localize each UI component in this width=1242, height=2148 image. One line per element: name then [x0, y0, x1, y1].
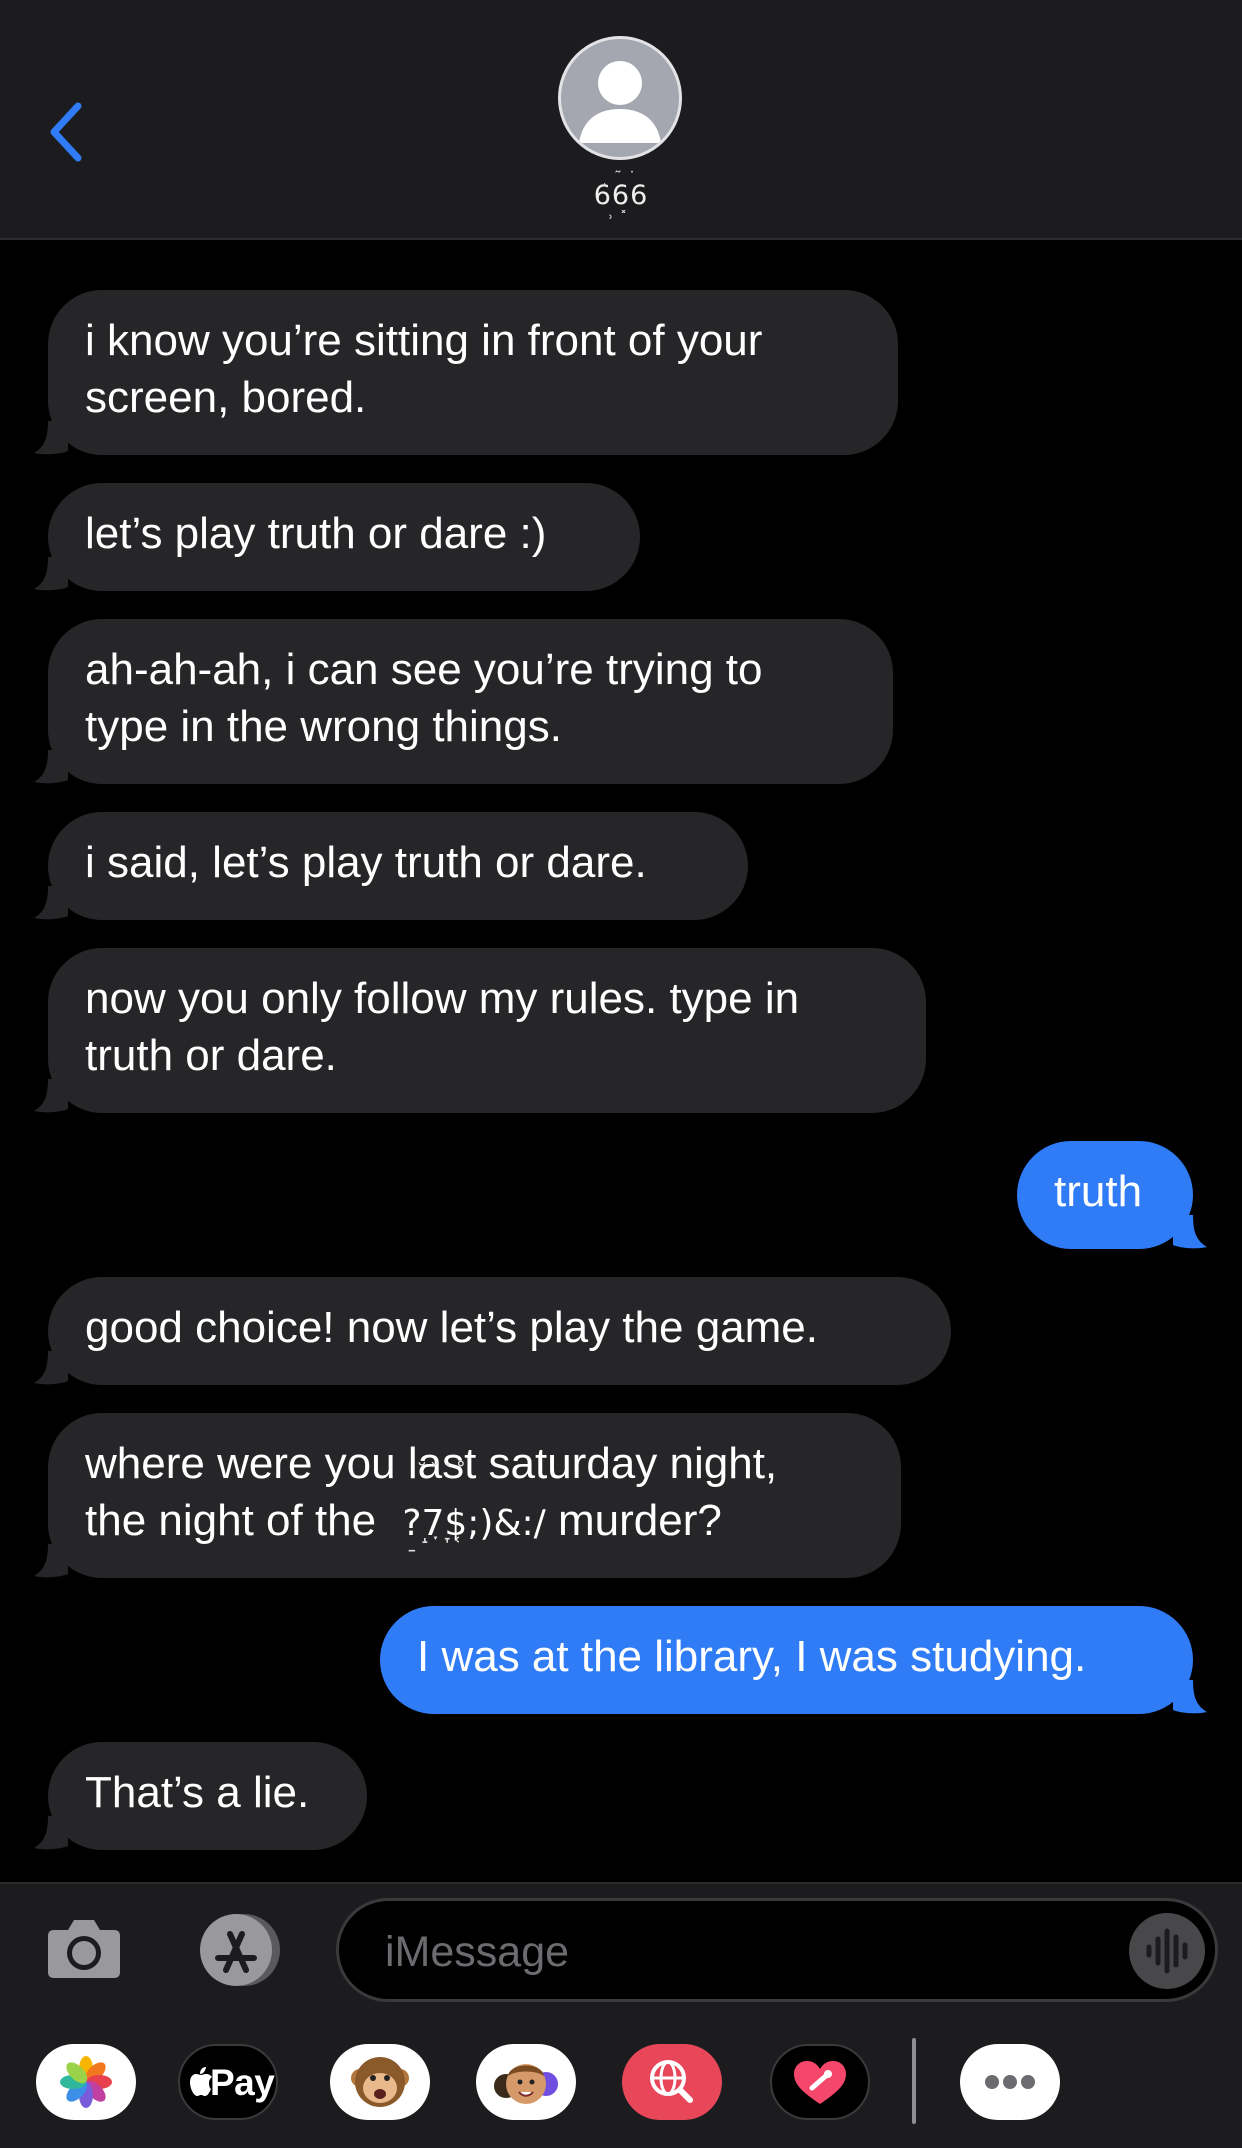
bubble-tail [34, 886, 68, 920]
glitch-diacritics-top: ˘ˇ˙˚ [416, 1461, 469, 1486]
contact-name[interactable]: ¸˜˙ 666 ˒˟ [521, 168, 721, 227]
contact-name-glitch-bottom: ˒˟ [608, 208, 634, 227]
message-text-line: i know you’re sitting in front of your [85, 316, 763, 365]
chevron-left-icon [50, 102, 82, 162]
message-bubble-incoming[interactable]: let’s play truth or dare :) [34, 483, 640, 591]
message-text-line: type in the wrong things. [85, 702, 562, 751]
app-drawer: Pay [0, 2016, 1242, 2148]
waveform-icon [1146, 1928, 1188, 1974]
message-bubble-outgoing[interactable]: I was at the library, I was studying. [380, 1606, 1207, 1714]
bubble-tail [34, 1351, 68, 1385]
message-bubble-incoming[interactable]: That’s a lie. [34, 1742, 367, 1850]
digital-touch-button[interactable] [770, 2044, 870, 2120]
message-text-line: let’s play truth or dare :) [85, 509, 547, 558]
message-text-line: I was at the library, I was studying. [417, 1632, 1087, 1681]
monkey-icon [351, 2057, 409, 2107]
memoji-button[interactable] [476, 2044, 576, 2120]
message-text-fragment: the night of the [85, 1496, 377, 1545]
ellipsis-icon [985, 2075, 1035, 2089]
photos-icon [60, 2056, 112, 2108]
bubble-tail [34, 1079, 68, 1113]
message-text-line: screen, bored. [85, 373, 367, 422]
message-text-line: truth [1054, 1167, 1143, 1216]
bubble-tail [34, 421, 68, 455]
bubble-tail [34, 1816, 68, 1850]
message-bubble-incoming[interactable]: now you only follow my rules. type in tr… [34, 948, 926, 1113]
photos-app-button[interactable] [36, 2044, 136, 2120]
app-store-button[interactable] [188, 1912, 286, 1988]
message-text-fragment: murder? [545, 1496, 722, 1545]
contact-avatar[interactable] [558, 36, 682, 160]
bubble-tail [34, 1544, 68, 1578]
message-text-line: That’s a lie. [85, 1768, 310, 1817]
web-search-button[interactable] [622, 2044, 722, 2120]
message-text-line: ah-ah-ah, i can see you’re trying to [85, 645, 763, 694]
message-text-line: the night of the ˘ˇ˙˚ ?7$;)&:/ ˍ˔ˑ˕˓ mur… [85, 1463, 864, 1554]
audio-message-button[interactable] [1129, 1913, 1205, 1989]
back-button[interactable] [40, 92, 100, 172]
message-text-line: i said, let’s play truth or dare. [85, 838, 647, 887]
apple-pay-button[interactable]: Pay [178, 2044, 278, 2120]
memoji-icon [494, 2064, 558, 2104]
more-apps-button[interactable] [960, 2044, 1060, 2120]
heart-icon [794, 2061, 846, 2104]
drawer-divider [912, 2038, 916, 2124]
bubble-tail [1173, 1680, 1207, 1714]
bubble-tail [1173, 1215, 1207, 1249]
message-text-line: good choice! now let’s play the game. [85, 1303, 818, 1352]
message-thread: i know you’re sitting in front of your s… [0, 240, 1242, 1880]
message-field[interactable] [336, 1898, 1218, 2002]
camera-icon [48, 1920, 120, 1978]
message-bubble-outgoing[interactable]: truth [1017, 1141, 1207, 1249]
bubble-tail [34, 557, 68, 591]
message-text-line: now you only follow my rules. type in [85, 974, 800, 1023]
message-bubble-incoming[interactable]: ah-ah-ah, i can see you’re trying to typ… [34, 619, 893, 784]
message-bubble-incoming[interactable]: good choice! now let’s play the game. [34, 1277, 951, 1385]
camera-button[interactable] [46, 1912, 122, 1982]
person-icon [579, 61, 661, 143]
bubble-tail [34, 750, 68, 784]
glitch-diacritics-bottom: ˍ˔ˑ˕˓ [406, 1529, 464, 1554]
glitched-name: ˘ˇ˙˚ ?7$;)&:/ ˍ˔ˑ˕˓ [402, 1463, 545, 1554]
message-bubble-incoming[interactable]: i said, let’s play truth or dare. [34, 812, 748, 920]
contact-name-glitch-top: ¸˜˙ [600, 168, 642, 187]
animoji-button[interactable] [330, 2044, 430, 2120]
app-store-icon [200, 1914, 280, 1986]
message-bubble-incoming[interactable]: i know you’re sitting in front of your s… [34, 290, 898, 455]
message-bubble-incoming[interactable]: where were you last saturday night, the … [34, 1413, 901, 1578]
message-text-line: where were you last saturday night, [85, 1439, 778, 1488]
conversation-header: ¸˜˙ 666 ˒˟ [0, 0, 1242, 240]
compose-bar [0, 1882, 1242, 2016]
globe-search-icon [650, 2060, 693, 2103]
apple-pay-label: Pay [210, 2062, 275, 2103]
message-text-line: truth or dare. [85, 1031, 337, 1080]
message-input[interactable] [383, 1921, 1087, 1983]
